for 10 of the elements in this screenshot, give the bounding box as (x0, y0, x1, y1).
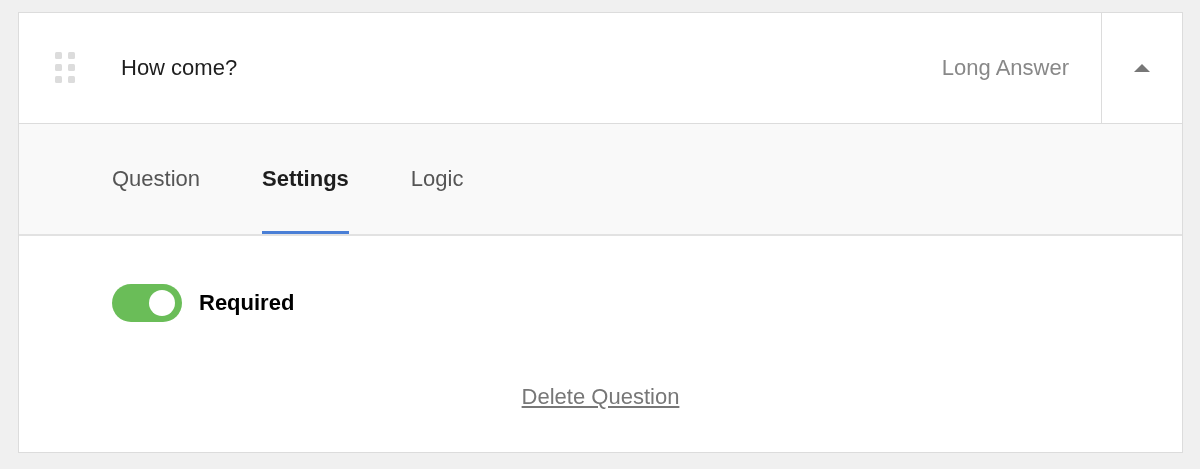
setting-label: Required (199, 290, 295, 316)
drag-handle-icon[interactable] (55, 52, 75, 84)
tab[interactable]: Logic (410, 124, 464, 234)
question-title: How come? (121, 55, 239, 81)
tab[interactable]: Question (112, 124, 201, 234)
tab[interactable]: Settings (262, 124, 349, 234)
caret-icon (1133, 63, 1151, 73)
question-type: Long Answer (941, 55, 1069, 81)
toggle-switch[interactable] (112, 284, 182, 322)
delete-question-link[interactable]: Delete Question (521, 384, 680, 410)
